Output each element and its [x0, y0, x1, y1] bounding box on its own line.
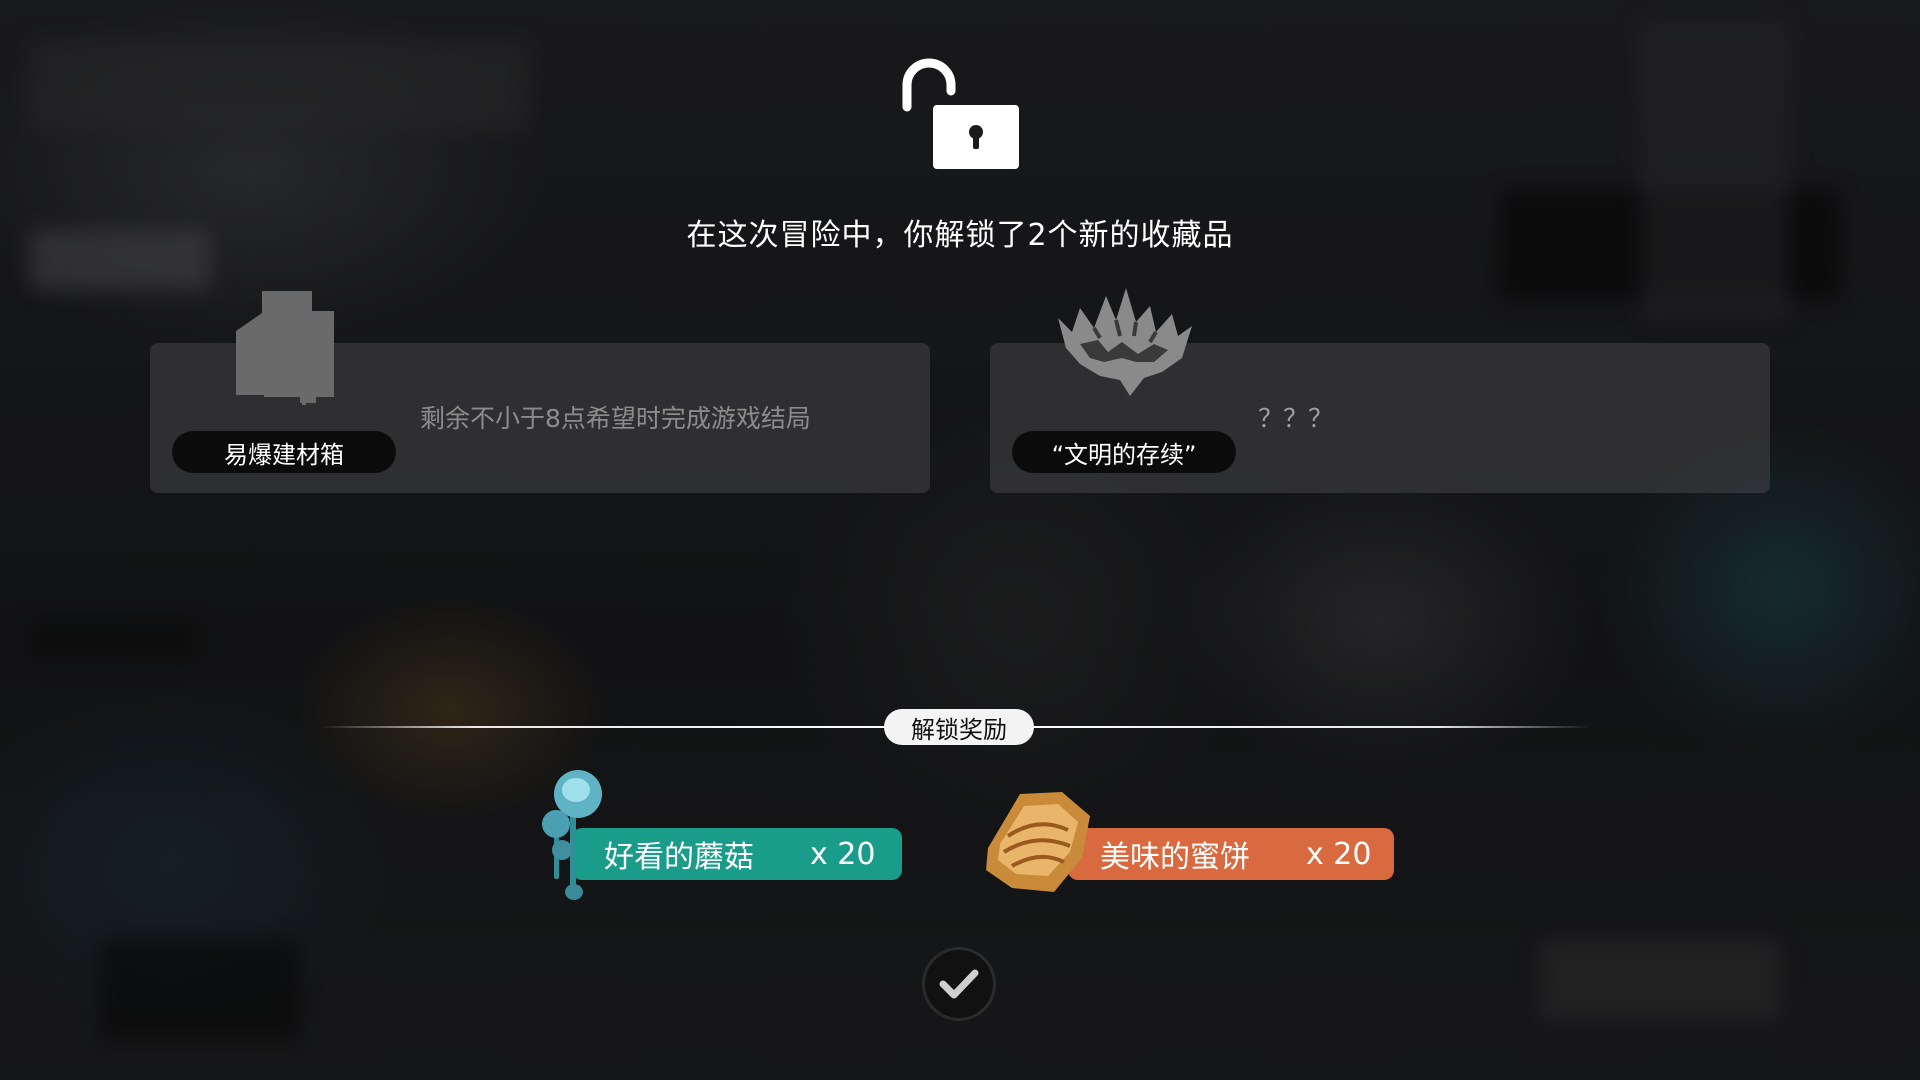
reward-name: 好看的蘑菇 — [604, 840, 754, 875]
reward-item-honey-cake: 美味的蜜饼 x 20 — [1068, 828, 1394, 880]
collectible-name: “文明的存续” — [1012, 431, 1236, 473]
honey-cake-icon — [986, 792, 1090, 892]
rewards-label: 解锁奖励 — [884, 709, 1034, 745]
collectible-description: 剩余不小于8点希望时完成游戏结局 — [420, 404, 811, 433]
collectible-card-crate: 易爆建材箱 剩余不小于8点希望时完成游戏结局 — [150, 291, 930, 493]
collectible-card-civilization: “文明的存续” ？？？ — [990, 288, 1770, 493]
reward-item-mushroom: 好看的蘑菇 x 20 — [572, 828, 902, 880]
crate-icon — [236, 291, 334, 405]
confirm-button[interactable] — [925, 950, 993, 1018]
crown-icon — [1058, 288, 1192, 396]
mushroom-icon — [542, 770, 602, 900]
reward-name: 美味的蜜饼 — [1100, 840, 1250, 875]
collectible-name: 易爆建材箱 — [172, 431, 396, 473]
unlock-title: 在这次冒险中，你解锁了2个新的收藏品 — [686, 218, 1234, 253]
collectible-description: ？？？ — [1258, 404, 1334, 433]
reward-quantity: x 20 — [1306, 836, 1372, 872]
reward-quantity: x 20 — [810, 836, 876, 872]
unlocked-padlock-icon — [902, 58, 1019, 169]
checkmark-icon — [939, 969, 979, 999]
